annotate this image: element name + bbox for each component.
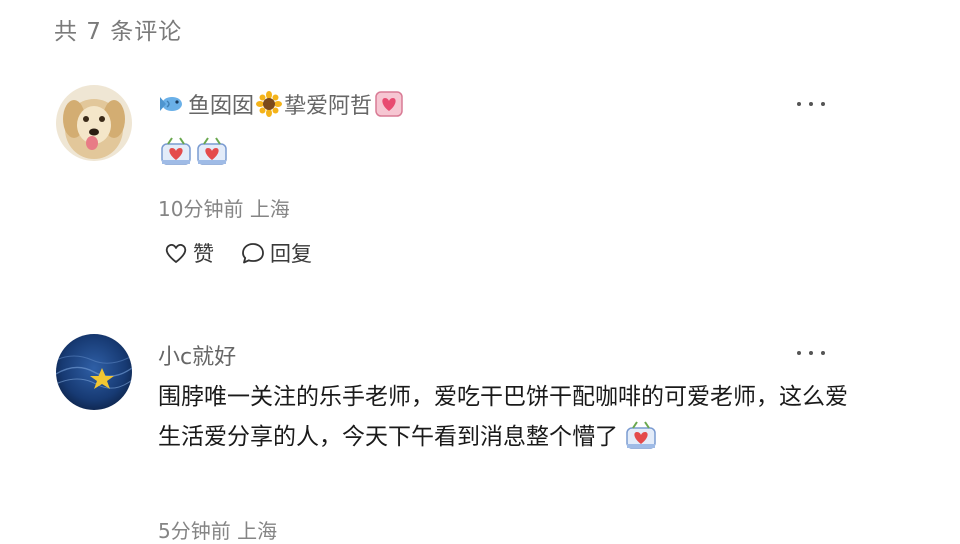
comment-body: 围脖唯一关注的乐手老师，爱吃干巴饼干配咖啡的可爱老师，这么爱生活爱分享的人，今天… xyxy=(158,377,848,457)
comment-username[interactable]: 鱼囡囡 挚爱阿哲 xyxy=(158,88,404,120)
avatar[interactable] xyxy=(56,334,132,410)
sunflower-emoji-icon xyxy=(256,91,283,117)
comment-location: 上海 xyxy=(249,197,290,221)
reply-label: 回复 xyxy=(270,242,312,266)
avatar[interactable] xyxy=(56,85,132,161)
username-part2: 挚爱阿哲 xyxy=(284,94,373,119)
more-dots-icon[interactable] xyxy=(795,349,827,357)
carrot-heart-emoji-icon xyxy=(197,137,227,165)
comment-username[interactable]: 小c就好 xyxy=(158,339,236,371)
comment-actions: 赞 回复 xyxy=(163,238,312,268)
comment-location: 上海 xyxy=(237,519,278,543)
carrot-heart-emoji-icon xyxy=(161,137,191,165)
comment-bubble-icon xyxy=(242,243,264,264)
reply-button[interactable]: 回复 xyxy=(240,238,312,268)
comment-text: 围脖唯一关注的乐手老师，爱吃干巴饼干配咖啡的可爱老师，这么爱生活爱分享的人，今天… xyxy=(158,384,848,450)
comment-count-header: 共 7 条评论 xyxy=(54,19,183,45)
fish-emoji-icon xyxy=(160,97,182,111)
heart-outline-icon xyxy=(165,243,187,263)
comment-time: 5分钟前 xyxy=(158,519,231,543)
comment-emoji-content xyxy=(160,136,228,166)
carrot-heart-emoji-icon xyxy=(626,420,657,449)
comment-meta: 10分钟前 上海 xyxy=(158,193,290,222)
username: 小c就好 xyxy=(158,345,237,370)
comment-time: 10分钟前 xyxy=(158,197,244,221)
more-dots-icon[interactable] xyxy=(795,100,827,108)
heart-box-emoji-icon xyxy=(375,91,403,117)
like-button[interactable]: 赞 xyxy=(163,238,214,268)
comment-meta: 5分钟前 上海 xyxy=(158,515,277,544)
username-part1: 鱼囡囡 xyxy=(188,94,255,119)
like-label: 赞 xyxy=(193,242,214,266)
